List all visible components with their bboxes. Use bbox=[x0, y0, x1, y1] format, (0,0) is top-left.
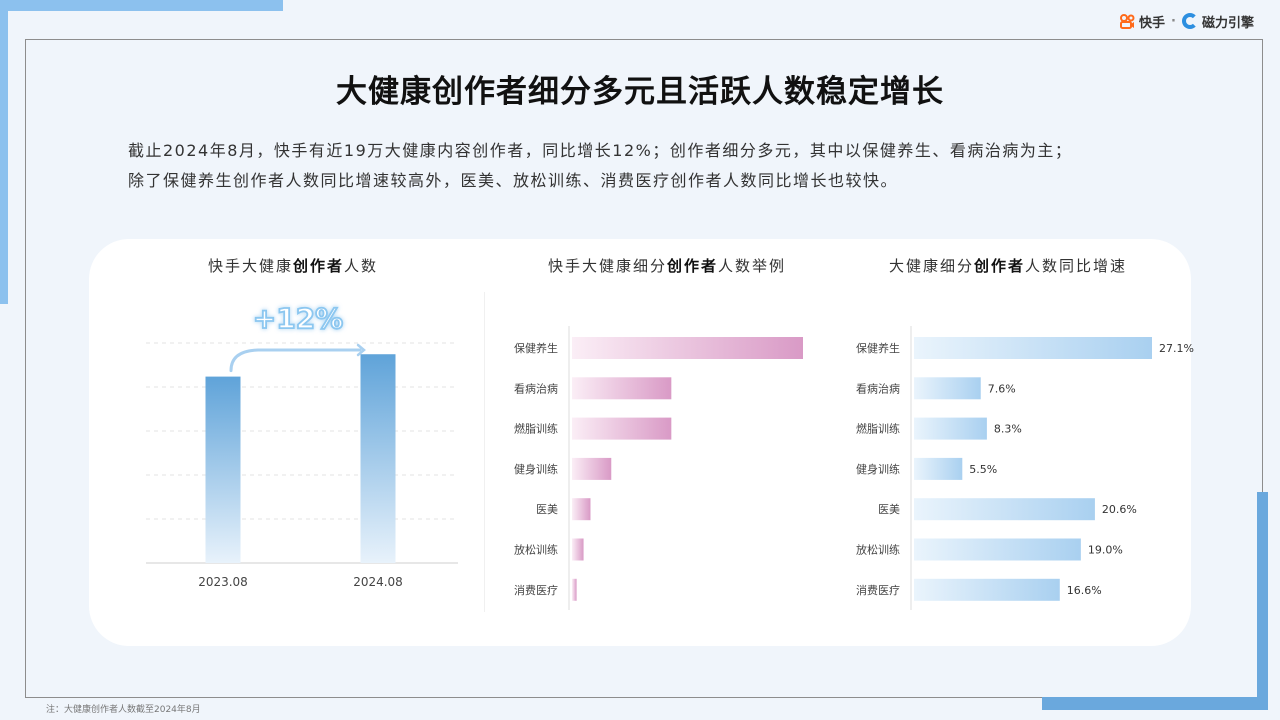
bar-看病治病 bbox=[572, 377, 672, 400]
y-tick-label: 医美 bbox=[878, 503, 900, 516]
y-tick-label: 保健养生 bbox=[514, 341, 558, 355]
bar-消费医疗 bbox=[572, 578, 577, 601]
x-tick-label: 2023.08 bbox=[198, 575, 248, 589]
bar-消费医疗 bbox=[914, 578, 1060, 601]
charts-svg: 2023.08 2024.08 +12% 保健养生看病治病燃脂训练健身训练医美放松训… bbox=[146, 301, 1194, 610]
x-tick-label: 2024.08 bbox=[353, 575, 403, 589]
y-tick-label: 看病治病 bbox=[514, 381, 558, 395]
data-label: 5.5% bbox=[969, 463, 997, 476]
y-tick-label: 消费医疗 bbox=[856, 583, 900, 597]
y-tick-label: 燃脂训练 bbox=[514, 422, 558, 436]
bar-看病治病 bbox=[914, 377, 981, 400]
footnote: 注：大健康创作者人数截至2024年8月 bbox=[46, 705, 201, 715]
y-tick-label: 燃脂训练 bbox=[856, 422, 900, 436]
bar-2023.08 bbox=[205, 376, 241, 563]
y-tick-label: 放松训练 bbox=[856, 543, 900, 557]
data-label: 20.6% bbox=[1102, 503, 1137, 516]
bar-放松训练 bbox=[572, 538, 584, 561]
y-tick-label: 放松训练 bbox=[514, 543, 558, 557]
bar-保健养生 bbox=[572, 337, 803, 359]
data-label: 16.6% bbox=[1067, 584, 1102, 597]
bar-燃脂训练 bbox=[572, 417, 672, 440]
data-label: 8.3% bbox=[994, 423, 1022, 436]
y-tick-label: 医美 bbox=[536, 503, 558, 516]
bar-2024.08 bbox=[360, 354, 396, 563]
bar-保健养生 bbox=[914, 337, 1152, 359]
y-tick-label: 保健养生 bbox=[856, 341, 900, 355]
bar-放松训练 bbox=[914, 538, 1081, 561]
bar-医美 bbox=[914, 498, 1095, 521]
growth-arrow bbox=[229, 348, 362, 373]
data-label: 7.6% bbox=[988, 382, 1016, 395]
bar-健身训练 bbox=[572, 457, 612, 480]
data-label: 27.1% bbox=[1159, 342, 1194, 355]
data-label: 19.0% bbox=[1088, 544, 1123, 557]
y-tick-label: 看病治病 bbox=[856, 381, 900, 395]
bar-健身训练 bbox=[914, 457, 963, 480]
bar-燃脂训练 bbox=[914, 417, 987, 440]
y-tick-label: 健身训练 bbox=[514, 462, 558, 476]
bar-医美 bbox=[572, 498, 591, 521]
y-tick-label: 消费医疗 bbox=[514, 583, 558, 597]
growth-annotation: +12% bbox=[253, 302, 343, 335]
y-tick-label: 健身训练 bbox=[856, 462, 900, 476]
